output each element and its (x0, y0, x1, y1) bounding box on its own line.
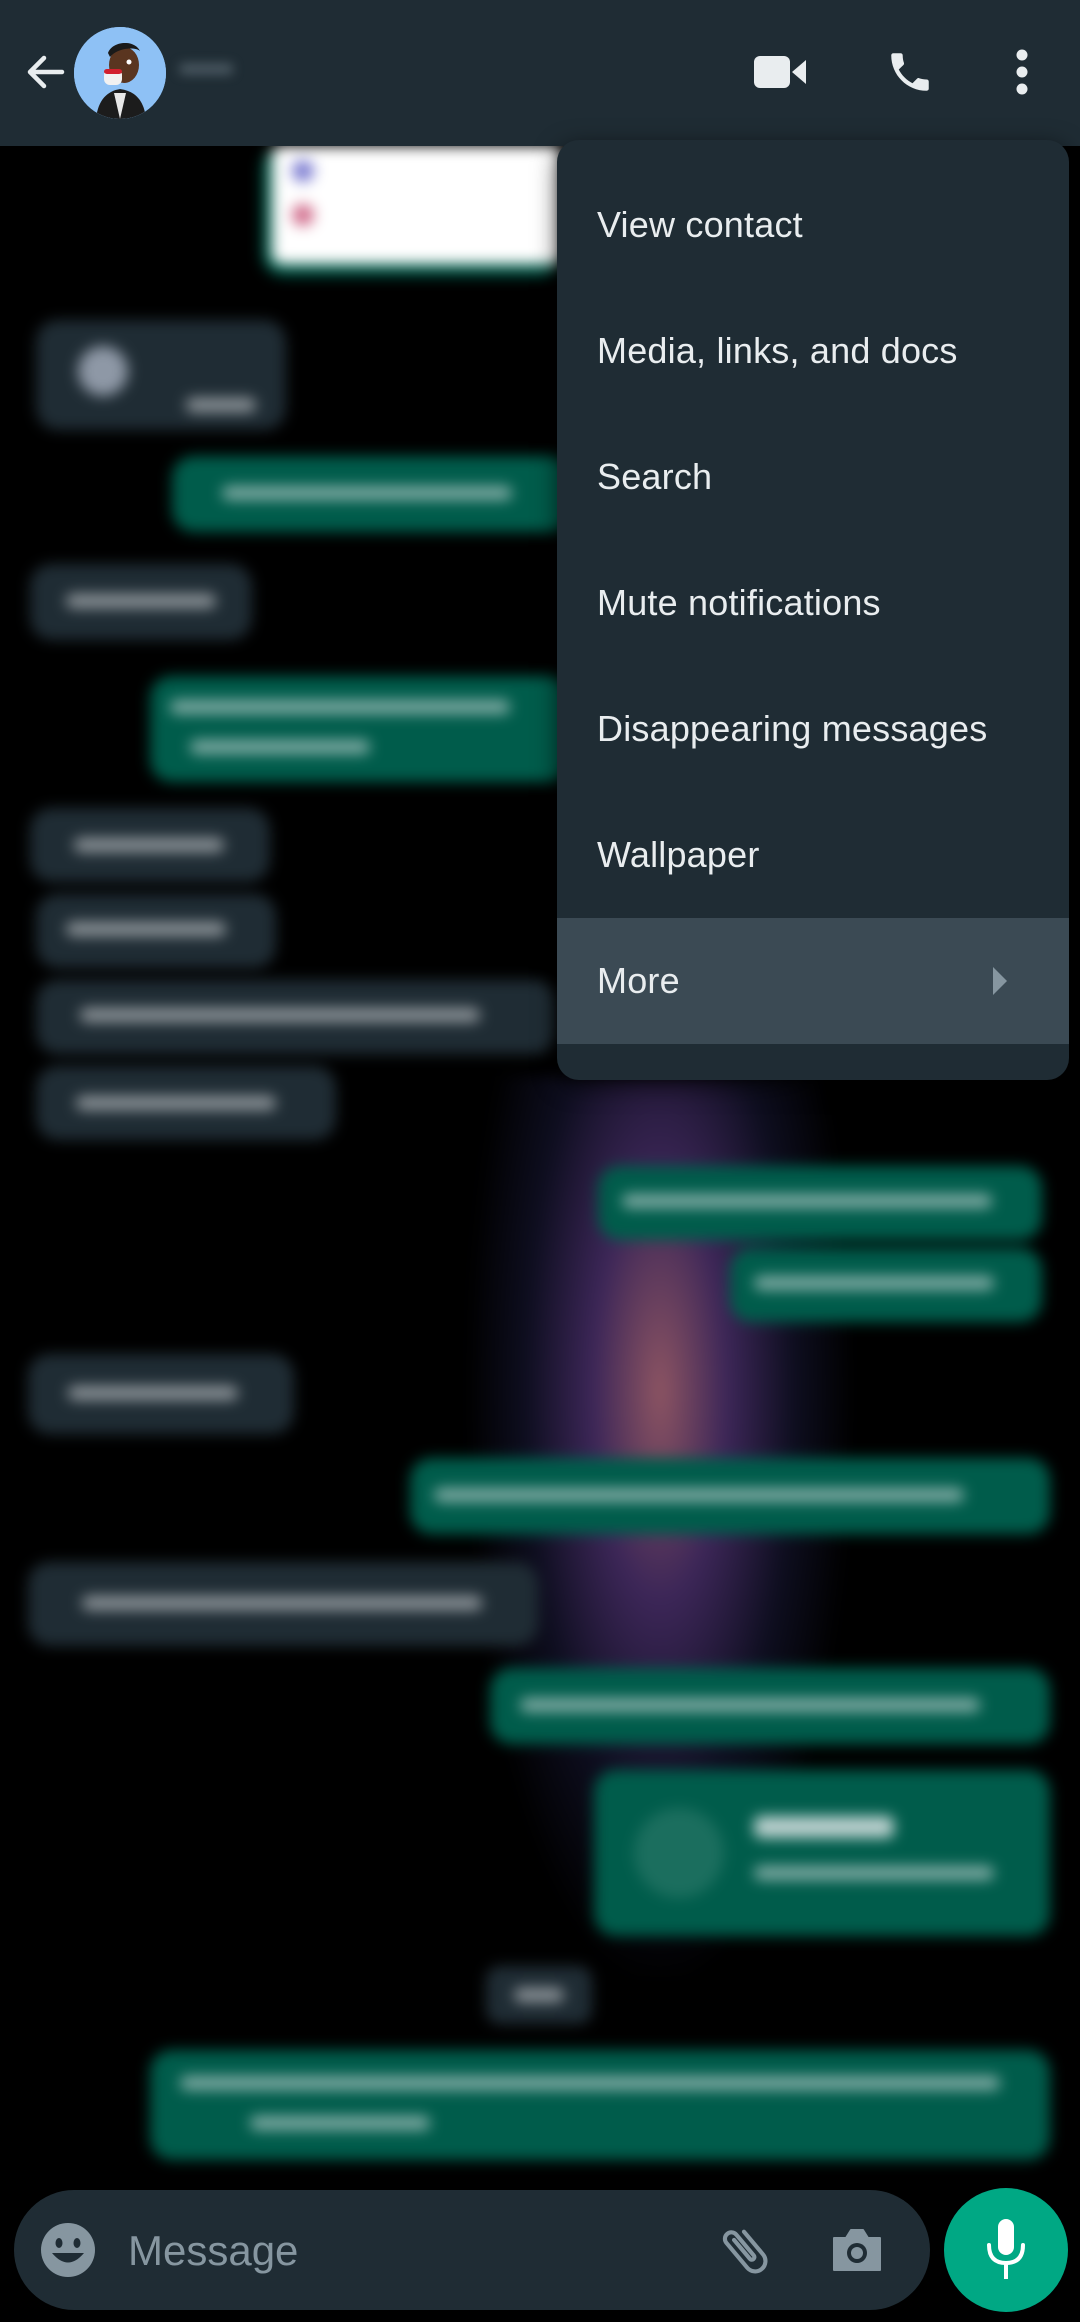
contact-name[interactable]: ••••• (180, 50, 360, 90)
chat-header: ••••• (0, 0, 1080, 146)
message-bubble-incoming[interactable] (36, 1066, 336, 1140)
memoji-avatar-icon (74, 27, 166, 119)
menu-item-label: View contact (597, 204, 803, 245)
menu-item-media-links-docs[interactable]: Media, links, and docs (557, 288, 1069, 414)
overflow-menu: View contact Media, links, and docs Sear… (557, 140, 1069, 1080)
message-bubble-outgoing[interactable] (410, 1458, 1050, 1534)
microphone-icon (987, 2219, 1025, 2279)
camera-icon (833, 2229, 881, 2271)
video-call-button[interactable] (748, 40, 812, 104)
message-bubble-document[interactable] (594, 1770, 1050, 1936)
menu-item-label: Disappearing messages (597, 708, 988, 749)
back-arrow-icon (27, 55, 65, 89)
menu-item-more[interactable]: More (557, 918, 1069, 1044)
message-bubble-outgoing[interactable] (490, 1668, 1050, 1744)
message-bubble-incoming[interactable] (28, 1562, 538, 1646)
menu-item-search[interactable]: Search (557, 414, 1069, 540)
back-button[interactable] (18, 44, 74, 100)
emoji-icon (41, 2223, 95, 2277)
date-chip (486, 1966, 592, 2024)
link-preview-image (272, 146, 562, 264)
message-bubble-outgoing[interactable] (150, 2050, 1050, 2160)
message-bubble-outgoing[interactable] (262, 146, 562, 276)
message-input[interactable] (126, 2210, 690, 2292)
message-bubble-outgoing[interactable] (598, 1166, 1042, 1240)
menu-item-label: Search (597, 456, 713, 497)
camera-button[interactable] (826, 2220, 888, 2282)
menu-item-disappearing-messages[interactable]: Disappearing messages (557, 666, 1069, 792)
message-bubble-incoming[interactable] (28, 1354, 294, 1434)
message-bubble-incoming[interactable] (36, 320, 286, 430)
contact-avatar[interactable] (74, 27, 166, 119)
menu-item-mute-notifications[interactable]: Mute notifications (557, 540, 1069, 666)
voice-message-button[interactable] (944, 2188, 1068, 2312)
voice-call-icon (891, 53, 929, 91)
menu-item-label: Media, links, and docs (597, 330, 958, 371)
message-composer (14, 2190, 930, 2310)
menu-item-label: More (597, 960, 680, 1001)
message-bubble-incoming[interactable] (30, 808, 270, 882)
submenu-arrow-icon (993, 967, 1007, 995)
video-call-icon (754, 56, 806, 88)
menu-item-label: Wallpaper (597, 834, 760, 875)
voice-call-button[interactable] (878, 40, 942, 104)
more-options-icon (1016, 49, 1028, 95)
emoji-button[interactable] (38, 2220, 98, 2280)
attach-button[interactable] (714, 2220, 776, 2282)
more-options-button[interactable] (990, 40, 1054, 104)
message-bubble-outgoing[interactable] (730, 1248, 1042, 1322)
message-bubble-outgoing[interactable] (150, 676, 570, 782)
message-bubble-incoming[interactable] (36, 894, 276, 968)
menu-item-view-contact[interactable]: View contact (557, 162, 1069, 288)
message-bubble-incoming[interactable] (30, 564, 252, 640)
menu-item-wallpaper[interactable]: Wallpaper (557, 792, 1069, 918)
menu-item-label: Mute notifications (597, 582, 881, 623)
message-bubble-incoming[interactable] (36, 980, 556, 1054)
attach-icon (722, 2229, 768, 2274)
message-bubble-outgoing[interactable] (172, 456, 572, 532)
